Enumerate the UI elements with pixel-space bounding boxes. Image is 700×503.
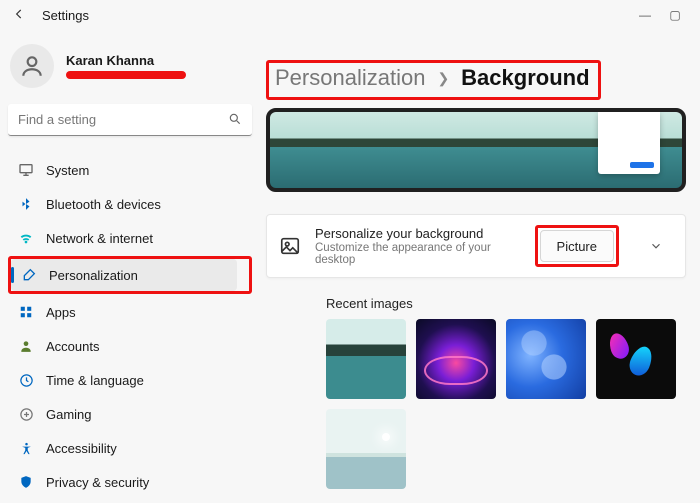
search-input[interactable] (8, 104, 252, 136)
avatar (10, 44, 54, 88)
search-icon (228, 112, 242, 129)
nav-label: Network & internet (46, 231, 153, 246)
gaming-icon (18, 406, 34, 422)
nav-label: Accounts (46, 339, 99, 354)
minimize-button[interactable]: ― (630, 8, 660, 22)
recent-heading: Recent images (326, 296, 686, 311)
desktop-preview (266, 108, 686, 192)
highlight-personalization: Personalization (8, 256, 252, 294)
wifi-icon (18, 230, 34, 246)
bluetooth-icon (18, 196, 34, 212)
recent-image-thumb[interactable] (326, 409, 406, 489)
nav-label: Personalization (49, 268, 138, 283)
breadcrumb: Personalization ❯ Background (266, 60, 601, 100)
expand-chevron[interactable] (639, 230, 673, 262)
paint-icon (21, 267, 37, 283)
back-button[interactable] (10, 7, 28, 24)
user-email-redacted (66, 71, 186, 79)
nav-time[interactable]: Time & language (8, 364, 252, 396)
card-title: Personalize your background (315, 226, 521, 241)
nav-network[interactable]: Network & internet (8, 222, 252, 254)
nav-accessibility[interactable]: Accessibility (8, 432, 252, 464)
nav-system[interactable]: System (8, 154, 252, 186)
profile-block[interactable]: Karan Khanna (10, 44, 248, 88)
recent-image-thumb[interactable] (596, 319, 676, 399)
nav-accounts[interactable]: Accounts (8, 330, 252, 362)
breadcrumb-current: Background (461, 65, 589, 91)
preview-window (598, 112, 660, 174)
nav-label: Privacy & security (46, 475, 149, 490)
nav-privacy[interactable]: Privacy & security (8, 466, 252, 498)
system-icon (18, 162, 34, 178)
nav-bluetooth[interactable]: Bluetooth & devices (8, 188, 252, 220)
nav-label: Time & language (46, 373, 144, 388)
card-subtitle: Customize the appearance of your desktop (315, 242, 521, 266)
recent-image-thumb[interactable] (506, 319, 586, 399)
apps-icon (18, 304, 34, 320)
nav-list: System Bluetooth & devices Network & int… (8, 154, 252, 498)
recent-image-thumb[interactable] (326, 319, 406, 399)
nav-personalization[interactable]: Personalization (11, 259, 237, 291)
window-title: Settings (42, 8, 89, 23)
highlight-picture-dropdown: Picture (535, 225, 619, 267)
maximize-button[interactable]: ▢ (660, 8, 690, 22)
accounts-icon (18, 338, 34, 354)
nav-label: Apps (46, 305, 76, 320)
picture-icon (279, 235, 301, 257)
nav-gaming[interactable]: Gaming (8, 398, 252, 430)
recent-image-thumb[interactable] (416, 319, 496, 399)
nav-label: Accessibility (46, 441, 117, 456)
nav-label: System (46, 163, 89, 178)
chevron-right-icon: ❯ (437, 70, 449, 87)
user-name: Karan Khanna (66, 53, 186, 68)
background-type-dropdown[interactable]: Picture (540, 230, 614, 262)
recent-images-section: Recent images (266, 296, 686, 489)
clock-icon (18, 372, 34, 388)
accessibility-icon (18, 440, 34, 456)
nav-label: Gaming (46, 407, 92, 422)
nav-apps[interactable]: Apps (8, 296, 252, 328)
personalize-background-card[interactable]: Personalize your background Customize th… (266, 214, 686, 278)
sidebar: Karan Khanna System Bluetooth & devices … (0, 30, 260, 503)
main-content: Personalization ❯ Background Personalize… (260, 30, 700, 503)
breadcrumb-parent[interactable]: Personalization (275, 65, 425, 91)
nav-label: Bluetooth & devices (46, 197, 161, 212)
shield-icon (18, 474, 34, 490)
